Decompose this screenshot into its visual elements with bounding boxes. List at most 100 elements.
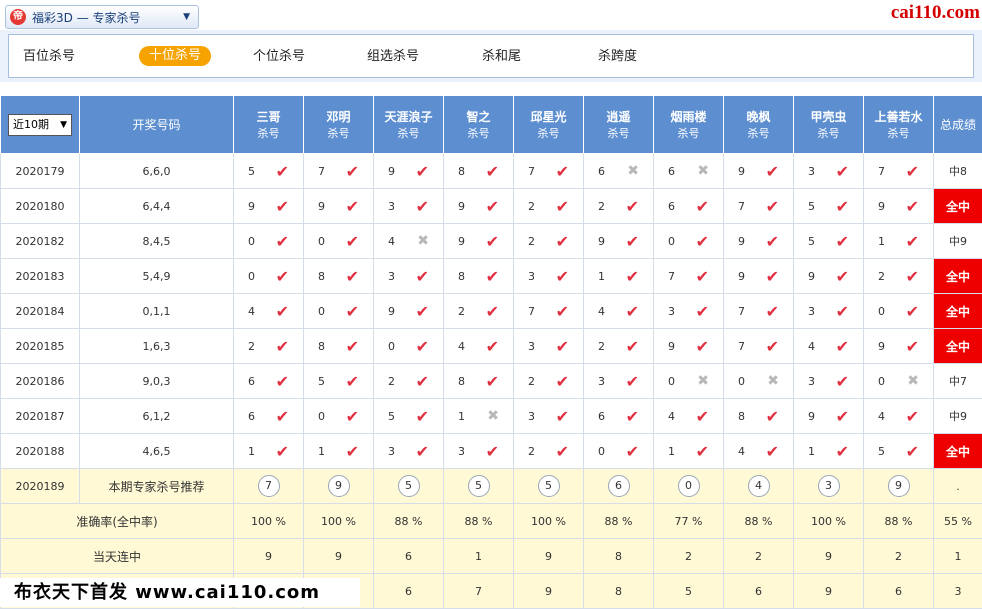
check-icon: ✔ bbox=[906, 442, 919, 461]
check-icon: ✔ bbox=[836, 337, 849, 356]
kill-cell: 2✔ bbox=[444, 294, 514, 329]
tab-units-kill[interactable]: 个位杀号 bbox=[253, 47, 305, 67]
check-icon: ✔ bbox=[906, 337, 919, 356]
kill-number: 9 bbox=[318, 200, 325, 213]
kill-cell: 8✔ bbox=[444, 259, 514, 294]
kill-cell: 2✔ bbox=[514, 189, 584, 224]
kill-cell: 7✔ bbox=[724, 329, 794, 364]
kill-number: 0 bbox=[878, 305, 885, 318]
total-result-cell: 中7 bbox=[934, 364, 982, 399]
summary-value: 77 % bbox=[654, 504, 724, 539]
kill-cell: 9✔ bbox=[864, 329, 934, 364]
accuracy-row: 准确率(全中率)100 %100 %88 %88 %100 %88 %77 %8… bbox=[1, 504, 982, 539]
kill-cell: 5✔ bbox=[864, 434, 934, 469]
check-icon: ✔ bbox=[626, 302, 639, 321]
kill-cell: 1✖ bbox=[444, 399, 514, 434]
expert-name: 天涯浪子 bbox=[374, 108, 443, 125]
recommend-total: . bbox=[934, 469, 982, 504]
kill-cell: 1✔ bbox=[654, 434, 724, 469]
total-result-cell: 全中 bbox=[934, 189, 982, 224]
table-row: 20201796,6,05✔7✔9✔8✔7✔6✖6✖9✔3✔7✔中8 bbox=[1, 154, 982, 189]
recommend-number: 0 bbox=[678, 475, 700, 497]
tab-tens-kill[interactable]: 十位杀号 bbox=[139, 46, 211, 66]
tab-sum-tail-kill[interactable]: 杀和尾 bbox=[482, 47, 521, 67]
tab-hundreds-kill[interactable]: 百位杀号 bbox=[23, 47, 75, 67]
expert-name: 逍遥 bbox=[584, 108, 653, 125]
kill-cell: 6✖ bbox=[584, 154, 654, 189]
kill-number: 7 bbox=[738, 305, 745, 318]
expert-sub: 杀号 bbox=[374, 125, 443, 141]
total-result-cell: 全中 bbox=[934, 434, 982, 469]
kill-cell: 0✖ bbox=[724, 364, 794, 399]
kill-cell: 4✔ bbox=[444, 329, 514, 364]
lottery-selector[interactable]: 帝 福彩3D — 专家杀号 ▼ bbox=[5, 5, 199, 29]
kill-cell: 8✔ bbox=[304, 259, 374, 294]
kill-cell: 3✔ bbox=[514, 259, 584, 294]
check-icon: ✔ bbox=[906, 232, 919, 251]
summary-value: 2 bbox=[724, 539, 794, 574]
summary-value: 9 bbox=[514, 574, 584, 609]
kill-number: 1 bbox=[668, 445, 675, 458]
summary-value: 100 % bbox=[514, 504, 584, 539]
expert-sub: 杀号 bbox=[584, 125, 653, 141]
kill-cell: 9✔ bbox=[444, 189, 514, 224]
kill-cell: 4✔ bbox=[864, 399, 934, 434]
recommend-cell: 0 bbox=[654, 469, 724, 504]
table-row: 20201876,1,26✔0✔5✔1✖3✔6✔4✔8✔9✔4✔中9 bbox=[1, 399, 982, 434]
kill-cell: 4✔ bbox=[724, 434, 794, 469]
recommend-cell: 9 bbox=[864, 469, 934, 504]
recommend-cell: 4 bbox=[724, 469, 794, 504]
expert-sub: 杀号 bbox=[794, 125, 863, 141]
kill-cell: 9✔ bbox=[794, 399, 864, 434]
streak-row: 当天连中99619822921 bbox=[1, 539, 982, 574]
kill-number: 5 bbox=[808, 200, 815, 213]
draw-number-cell: 0,1,1 bbox=[80, 294, 234, 329]
summary-value: 6 bbox=[864, 574, 934, 609]
kill-cell: 2✔ bbox=[514, 224, 584, 259]
check-icon: ✔ bbox=[346, 372, 359, 391]
check-icon: ✔ bbox=[836, 407, 849, 426]
summary-value: 88 % bbox=[444, 504, 514, 539]
kill-number: 0 bbox=[738, 375, 745, 388]
kill-cell: 3✔ bbox=[584, 364, 654, 399]
summary-value: 7 bbox=[444, 574, 514, 609]
kill-number: 2 bbox=[388, 375, 395, 388]
kill-number-table: 近10期 ▼ 开奖号码 三哥杀号邓明杀号天涯浪子杀号智之杀号邱星光杀号逍遥杀号烟… bbox=[0, 95, 982, 609]
kill-cell: 0✔ bbox=[304, 294, 374, 329]
check-icon: ✔ bbox=[836, 232, 849, 251]
kill-cell: 7✔ bbox=[514, 294, 584, 329]
cross-icon: ✖ bbox=[767, 373, 779, 389]
kill-cell: 7✔ bbox=[514, 154, 584, 189]
kill-number: 9 bbox=[668, 340, 675, 353]
check-icon: ✔ bbox=[556, 197, 569, 216]
check-icon: ✔ bbox=[486, 162, 499, 181]
total-result-cell: 全中 bbox=[934, 294, 982, 329]
kill-number: 9 bbox=[598, 235, 605, 248]
kill-number: 3 bbox=[458, 445, 465, 458]
kill-number: 9 bbox=[808, 410, 815, 423]
summary-total: 3 bbox=[934, 574, 982, 609]
check-icon: ✔ bbox=[276, 337, 289, 356]
check-icon: ✔ bbox=[766, 197, 779, 216]
kill-number: 4 bbox=[738, 445, 745, 458]
kill-number: 4 bbox=[668, 410, 675, 423]
period-select[interactable]: 近10期 ▼ bbox=[8, 114, 72, 136]
recommend-number: 5 bbox=[398, 475, 420, 497]
kill-cell: 7✔ bbox=[654, 259, 724, 294]
kill-cell: 7✔ bbox=[864, 154, 934, 189]
table-row: 20201828,4,50✔0✔4✖9✔2✔9✔0✔9✔5✔1✔中9 bbox=[1, 224, 982, 259]
kill-number: 1 bbox=[248, 445, 255, 458]
kill-number: 0 bbox=[668, 375, 675, 388]
check-icon: ✔ bbox=[276, 232, 289, 251]
kill-number: 7 bbox=[668, 270, 675, 283]
tab-span-kill[interactable]: 杀跨度 bbox=[598, 47, 637, 67]
tab-group-kill[interactable]: 组选杀号 bbox=[367, 47, 419, 67]
check-icon: ✔ bbox=[696, 197, 709, 216]
check-icon: ✔ bbox=[276, 442, 289, 461]
kill-cell: 9✔ bbox=[864, 189, 934, 224]
recommend-cell: 6 bbox=[584, 469, 654, 504]
kill-number: 5 bbox=[248, 165, 255, 178]
check-icon: ✔ bbox=[556, 442, 569, 461]
expert-name: 晚枫 bbox=[724, 108, 793, 125]
kill-number: 8 bbox=[458, 165, 465, 178]
